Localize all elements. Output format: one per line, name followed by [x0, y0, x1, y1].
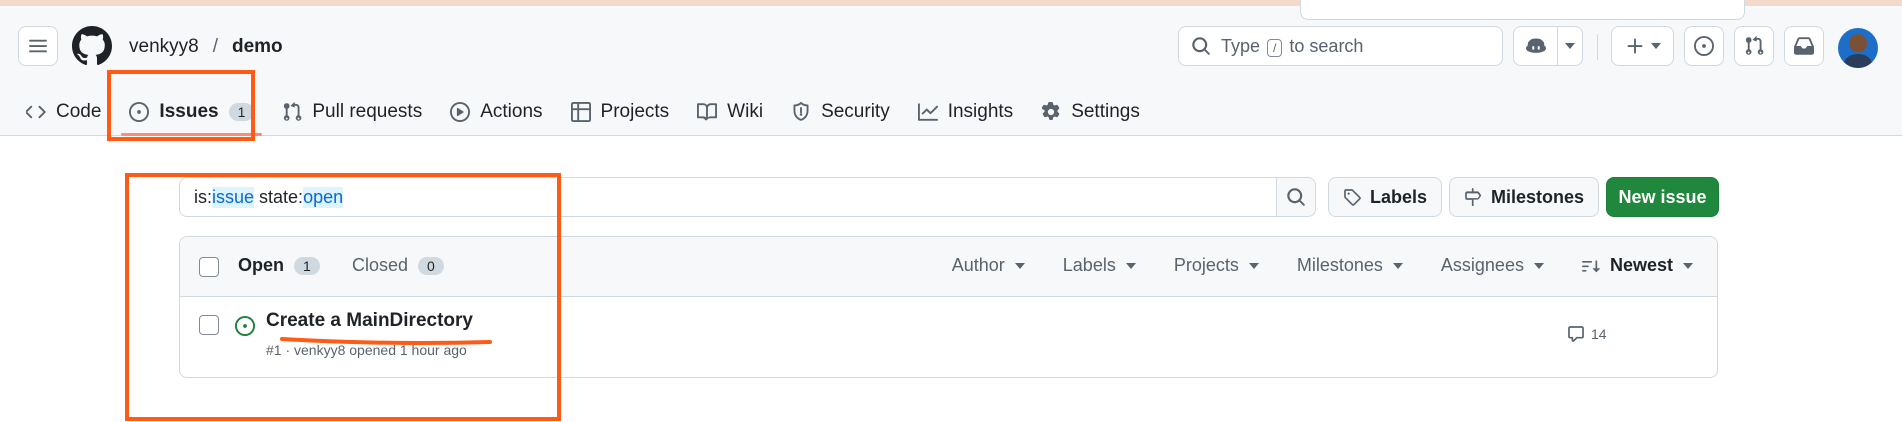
tab-actions[interactable]: Actions [436, 88, 556, 136]
chevron-down-icon [1014, 262, 1025, 269]
repo-header: venkyy8 / demo Type / to search Code Iss… [0, 6, 1902, 136]
tab-label: Projects [600, 101, 670, 122]
tab-insights[interactable]: Insights [904, 88, 1027, 136]
tab-label: Pull requests [312, 101, 423, 122]
copilot-menu[interactable] [1513, 26, 1583, 66]
milestone-icon [1465, 188, 1482, 206]
plus-icon [1627, 38, 1642, 54]
git-pull-request-icon [1745, 36, 1764, 55]
comment-count: 14 [1591, 326, 1607, 342]
tab-pull-requests[interactable]: Pull requests [268, 88, 436, 136]
global-search-input[interactable]: Type / to search [1178, 26, 1503, 66]
search-placeholder-prefix: Type [1221, 35, 1261, 56]
list-filters: Author Labels Projects Milestones Assign… [952, 255, 1693, 276]
search-placeholder-suffix: to search [1289, 35, 1364, 56]
annotation-highlight-issue-list [125, 173, 561, 421]
code-icon [26, 105, 46, 119]
overlay-popup-edge [1300, 0, 1745, 20]
tab-label: Security [821, 101, 890, 122]
gear-icon [1042, 102, 1060, 121]
chevron-down-icon [1392, 262, 1403, 269]
pull-requests-shortcut-button[interactable] [1734, 26, 1774, 66]
milestones-button-label: Milestones [1491, 186, 1585, 207]
menu-button[interactable] [18, 26, 58, 66]
tag-icon [1344, 189, 1361, 206]
filter-search-button[interactable] [1276, 177, 1316, 217]
labels-button-label: Labels [1370, 186, 1428, 207]
tab-security[interactable]: Security [777, 88, 904, 136]
annotation-highlight-issues-tab [107, 70, 255, 141]
author-filter[interactable]: Author [952, 255, 1025, 276]
assignees-filter[interactable]: Assignees [1441, 255, 1544, 276]
chevron-down-icon [1650, 43, 1661, 49]
play-icon [450, 102, 471, 122]
tab-projects[interactable]: Projects [557, 88, 684, 136]
new-issue-button-label: New issue [1618, 186, 1707, 207]
copilot-icon [1525, 38, 1546, 53]
tab-label: Insights [947, 101, 1014, 122]
copilot-button[interactable] [1514, 27, 1557, 65]
hamburger-icon [29, 39, 47, 53]
filter-label: Author [951, 255, 1005, 275]
shield-icon [793, 102, 809, 121]
graph-icon [917, 103, 938, 121]
tab-label: Wiki [727, 101, 764, 122]
book-icon [697, 103, 718, 121]
user-avatar[interactable] [1838, 28, 1878, 68]
github-logo-icon[interactable] [72, 26, 112, 66]
issue-opened-icon [1694, 36, 1714, 56]
search-icon [1192, 37, 1210, 55]
tab-settings[interactable]: Settings [1027, 88, 1154, 136]
filter-label: Assignees [1440, 255, 1524, 275]
search-icon [1287, 188, 1305, 206]
new-issue-button[interactable]: New issue [1606, 177, 1719, 217]
chevron-down-icon [1248, 262, 1259, 269]
annotation-underline [280, 337, 492, 345]
inbox-icon [1794, 37, 1814, 55]
tab-label: Actions [480, 101, 543, 122]
labels-button[interactable]: Labels [1328, 177, 1443, 217]
tab-label: Settings [1071, 101, 1140, 122]
chevron-down-icon [1125, 262, 1136, 269]
filter-label: Projects [1173, 255, 1239, 275]
copilot-dropdown-button[interactable] [1558, 27, 1582, 65]
chevron-down-icon [1565, 43, 1576, 49]
comment-icon [1568, 326, 1584, 342]
filter-label: Labels [1062, 255, 1116, 275]
projects-filter[interactable]: Projects [1174, 255, 1259, 276]
sort-filter[interactable]: Newest [1581, 255, 1693, 276]
comments-link[interactable]: 14 [1567, 325, 1607, 343]
breadcrumb-separator: / [212, 36, 218, 57]
header-divider [1597, 34, 1598, 60]
labels-filter[interactable]: Labels [1063, 255, 1136, 276]
tab-label: Code [56, 101, 102, 122]
tab-wiki[interactable]: Wiki [683, 88, 777, 136]
milestones-filter[interactable]: Milestones [1297, 255, 1403, 276]
tab-code[interactable]: Code [12, 88, 115, 136]
repo-link[interactable]: demo [232, 36, 283, 58]
chevron-down-icon [1683, 262, 1693, 269]
milestones-button[interactable]: Milestones [1449, 177, 1600, 217]
sort-label: Newest [1609, 255, 1673, 275]
breadcrumb: venkyy8 / demo [129, 36, 283, 58]
chevron-down-icon [1533, 262, 1544, 269]
inbox-button[interactable] [1784, 26, 1824, 66]
table-icon [570, 102, 591, 122]
search-shortcut-key: / [1267, 38, 1283, 57]
create-new-menu[interactable] [1611, 26, 1674, 66]
git-pull-request-icon [284, 102, 302, 121]
sort-desc-icon [1581, 259, 1600, 272]
issues-shortcut-button[interactable] [1684, 26, 1724, 66]
filter-label: Milestones [1296, 255, 1383, 275]
owner-link[interactable]: venkyy8 [129, 36, 199, 58]
